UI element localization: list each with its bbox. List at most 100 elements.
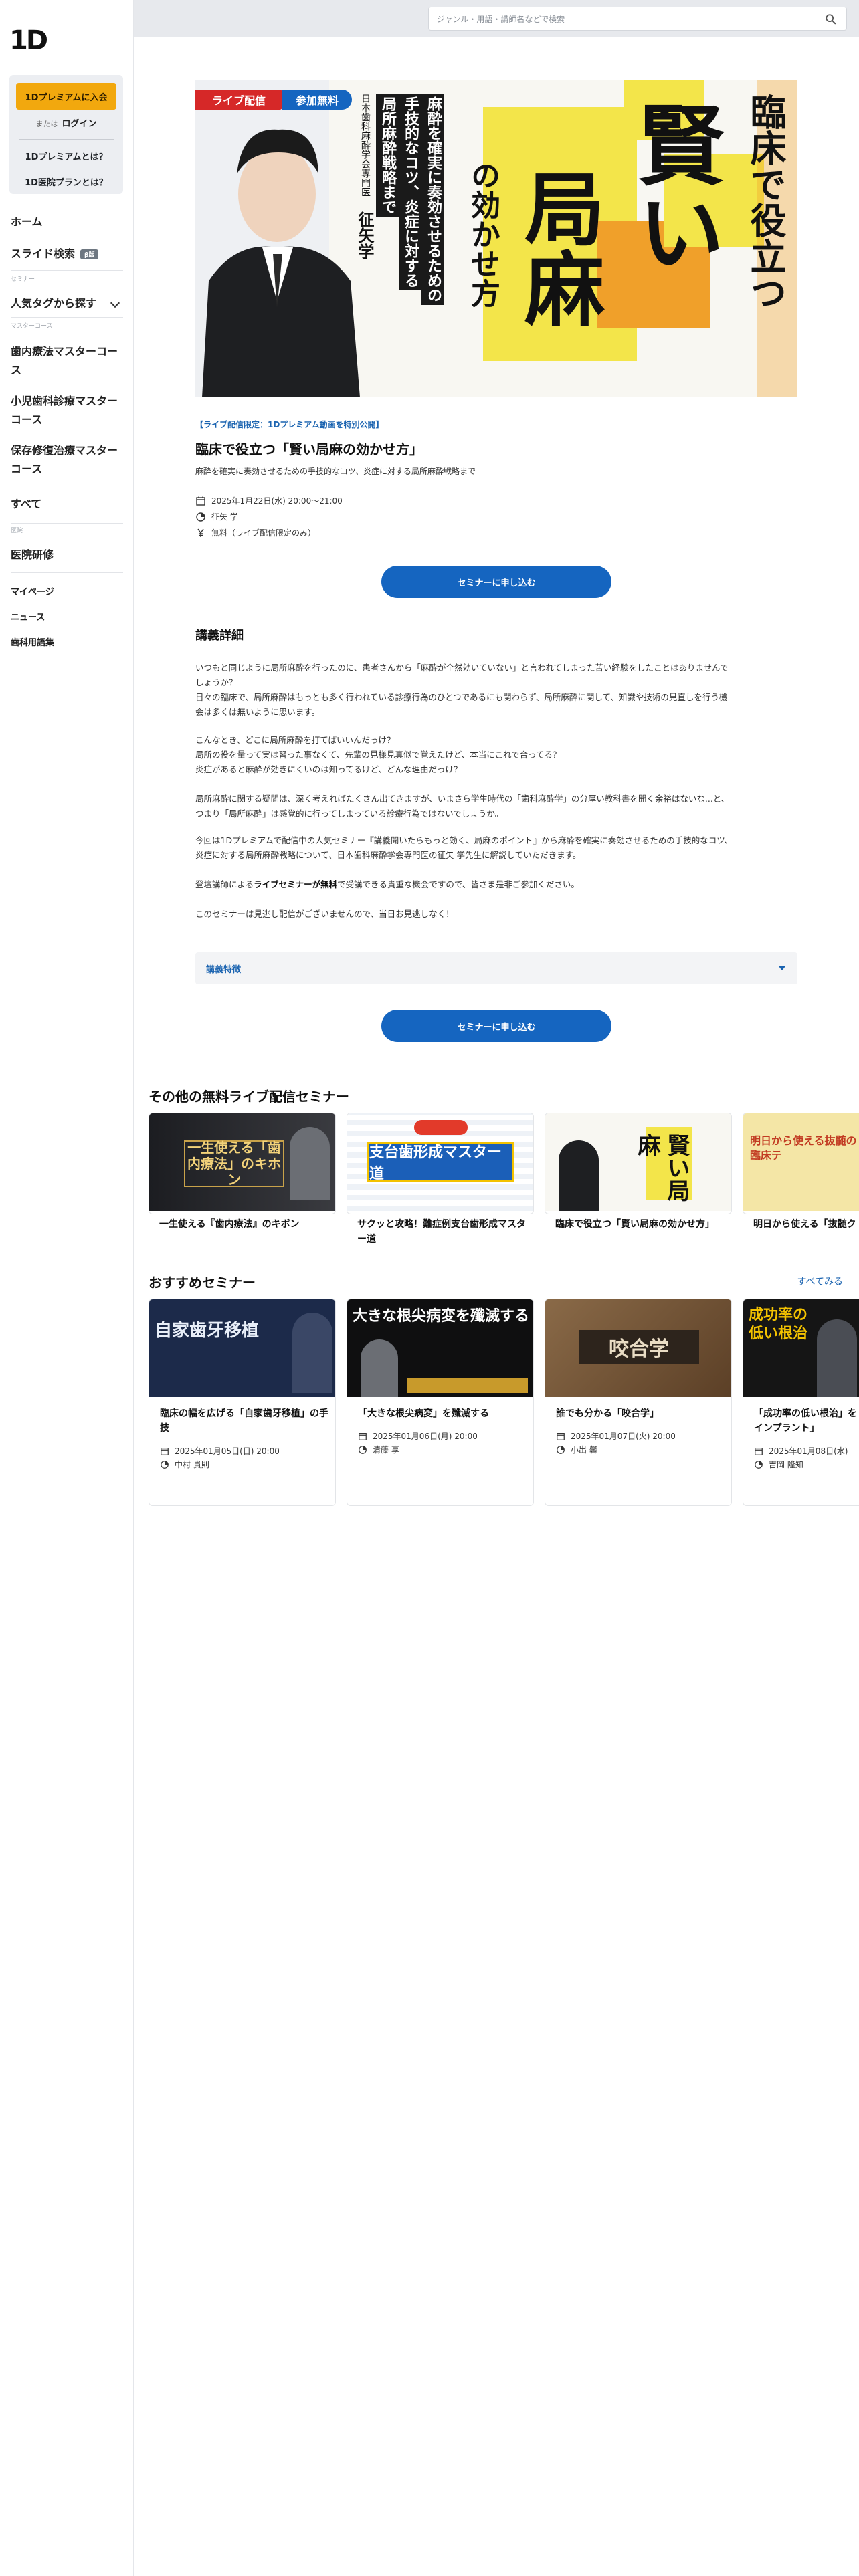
card-title[interactable]: 一生使える『歯内療法』のキボン	[159, 1217, 328, 1230]
divider	[11, 317, 123, 318]
details-text: で受講できる貴重な機会ですので、皆さま是非ご参加ください。	[337, 879, 579, 889]
divider	[11, 572, 123, 573]
nav-clinic-training[interactable]: 医院研修	[11, 546, 54, 562]
card-thumbnail: 賢い局麻	[545, 1113, 731, 1211]
nav-slide-search-label: スライド検索	[11, 247, 76, 260]
recommended-card[interactable]: 成功率の低い根治 「成功率の低い根治」をインプラント」 2025年01月08日(…	[743, 1299, 859, 1506]
topbar	[134, 0, 859, 37]
nav-slide-search[interactable]: スライド検索 β版	[11, 245, 99, 261]
lecturer-photo	[290, 1127, 330, 1200]
hero-banner: ライブ配信 参加無料 麻酔を確実に奏効させるための 手技的なコツ、炎症に対する …	[195, 80, 797, 397]
card-speaker-row: 小出 馨	[556, 1444, 597, 1455]
card-thumbnail: 明日から使える抜髄の臨床テ	[743, 1113, 859, 1211]
details-paragraph-5: 登壇講師によるライブセミナーが無料で受講できる貴重な機会ですので、皆さま是非ご参…	[195, 877, 797, 892]
nav-all[interactable]: すべて	[11, 495, 41, 511]
thumb-band	[407, 1378, 528, 1393]
beta-badge: β版	[80, 249, 99, 259]
free-live-card[interactable]: 明日から使える抜髄の臨床テ	[743, 1113, 859, 1214]
card-title: 「成功率の低い根治」をインプラント」	[754, 1408, 857, 1434]
card-title[interactable]: 臨床で役立つ「賢い局麻の効かせ方」	[555, 1217, 724, 1232]
thumb-title: 一生使える「歯内療法」のキホン	[184, 1140, 284, 1188]
apply-button[interactable]: セミナーに申し込む	[381, 566, 611, 598]
lecturer-photo	[292, 1313, 332, 1393]
card-thumbnail: 支台歯形成マスター道	[347, 1113, 533, 1211]
see-all-link[interactable]: すべてみる	[797, 1275, 843, 1288]
seminar-price: 無料（ライブ配信限定のみ）	[211, 528, 316, 538]
card-speaker-row: 清藤 享	[358, 1444, 399, 1455]
card-title[interactable]: 明日から使える「抜髄ク	[753, 1217, 859, 1232]
speaker-icon	[755, 1460, 763, 1469]
details-line: いつもと同じように局所麻酔を行ったのに、患者さんから「麻酔が全然効いていない」と…	[195, 663, 729, 673]
premium-about-link[interactable]: 1Dプレミアムとは？	[9, 150, 123, 163]
calendar-icon	[359, 1432, 367, 1440]
recommended-card[interactable]: 大きな根尖病変を殲滅する 「大きな根尖病変」を殲滅する 2025年01月06日(…	[347, 1299, 534, 1506]
nav-master-pedo[interactable]: 小児歯科診療マスターコース	[11, 392, 124, 429]
thumb-title: 賢い局麻	[634, 1134, 690, 1202]
nav-popular-tags[interactable]: 人気タグから探す	[11, 294, 96, 310]
free-live-card[interactable]: 一生使える「歯内療法」のキホン	[149, 1113, 336, 1214]
apply-button-bottom[interactable]: セミナーに申し込む	[381, 1010, 611, 1042]
nav-master-endo[interactable]: 歯内療法マスターコース	[11, 342, 124, 380]
hero-big-3: 局麻	[510, 167, 603, 328]
premium-box: 1Dプレミアムに入会 または ログイン 1Dプレミアムとは？ 1D医院プランとは？	[9, 75, 123, 194]
details-bold: ライブセミナーが無料	[254, 879, 338, 889]
card-speaker-row: 中村 貴則	[160, 1459, 209, 1470]
free-live-card[interactable]: 賢い局麻	[545, 1113, 732, 1214]
lecturer-photo	[817, 1319, 857, 1397]
free-live-card[interactable]: 支台歯形成マスター道	[347, 1113, 534, 1214]
nav-master-restorative[interactable]: 保存修復治療マスターコース	[11, 441, 124, 479]
chevron-down-icon[interactable]	[110, 298, 120, 308]
features-accordion[interactable]: 講義特徴	[195, 952, 797, 984]
logo[interactable]: 1D	[9, 25, 48, 56]
card-date: 2025年01月07日(火) 20:00	[571, 1432, 676, 1441]
nav-glossary[interactable]: 歯科用語集	[11, 635, 54, 648]
lecturer-photo	[361, 1339, 398, 1397]
card-date-row: 2025年01月05日(日) 20:00	[160, 1445, 280, 1457]
hero-lecturer: 征矢学	[355, 211, 374, 259]
details-text: 登壇講師による	[195, 879, 254, 889]
speaker-icon	[196, 512, 205, 522]
divider	[11, 523, 123, 524]
live-badge: ライブ配信	[195, 90, 282, 110]
features-accordion-label: 講義特徴	[206, 965, 242, 975]
hero-big-4: の効かせ方	[466, 160, 500, 308]
recommended-card[interactable]: 自家歯牙移植 臨床の幅を広げる「自家歯牙移植」の手技 2025年01月05日(日…	[149, 1299, 336, 1506]
clinic-plan-link[interactable]: 1D医院プランとは？	[9, 175, 123, 188]
page-title: 臨床で役立つ「賢い局麻の効かせ方」	[195, 441, 423, 457]
thumb-title: 大きな根尖病変を殲滅する	[353, 1307, 530, 1325]
details-paragraph-2: こんなとき、どこに局所麻酔を打てばいいんだっけ？ 局所の役を量って実は習った事な…	[195, 733, 797, 777]
details-line: 局所麻酔に関する疑問は、深く考えればたくさん出てきますが、いまさら学生時代の「歯…	[195, 794, 730, 804]
card-thumbnail: 大きな根尖病変を殲滅する	[347, 1299, 533, 1397]
card-title: 臨床の幅を広げる「自家歯牙移植」の手技	[160, 1408, 328, 1434]
card-title: 誰でも分かる「咬合学」	[556, 1408, 659, 1419]
card-thumbnail: 自家歯牙移植	[149, 1299, 335, 1397]
nav-news[interactable]: ニュース	[11, 610, 45, 623]
speaker-icon	[557, 1445, 565, 1454]
recommended-card[interactable]: 咬合学 誰でも分かる「咬合学」 2025年01月07日(火) 20:00 小出 …	[545, 1299, 732, 1506]
search-icon[interactable]	[825, 13, 837, 25]
search-input[interactable]	[437, 13, 812, 26]
seminar-price-row: 無料（ライブ配信限定のみ）	[195, 527, 316, 538]
details-line: 日々の臨床で、局所麻酔はもっとも多く行われている診療行為のひとつであるにも関わら…	[195, 692, 728, 702]
divider	[19, 139, 114, 140]
recommended-heading: おすすめセミナー	[149, 1275, 256, 1291]
speaker-icon	[359, 1445, 367, 1454]
calendar-icon	[755, 1447, 763, 1455]
join-premium-button[interactable]: 1Dプレミアムに入会	[16, 83, 116, 110]
nav-mypage[interactable]: マイページ	[11, 584, 54, 597]
calendar-icon	[196, 496, 205, 506]
login-link[interactable]: ログイン	[62, 119, 96, 129]
card-speaker: 吉岡 隆知	[769, 1460, 803, 1469]
card-title[interactable]: サクッと攻略！難症例支台歯形成マスター道	[357, 1217, 526, 1247]
card-speaker-row: 吉岡 隆知	[754, 1459, 803, 1470]
seminar-speaker: 征矢 学	[211, 512, 238, 522]
hero-big-2: 賢い	[623, 100, 725, 274]
details-line: 今回は1Dプレミアムで配信中の人気セミナー『講義聞いたらもっと効く、局麻のポイン…	[195, 835, 733, 845]
details-line: つまり「局所麻酔」は感覚的に行ってしまっている診療行為ではないでしょうか。	[195, 809, 504, 819]
seminar-subtitle: 麻酔を確実に奏効させるための手技的なコツ、炎症に対する局所麻酔戦略まで	[195, 467, 476, 476]
seminar-date: 2025年1月22日(水) 20:00〜21:00	[211, 496, 343, 506]
free-live-heading: その他の無料ライブ配信セミナー	[149, 1089, 349, 1105]
search-bar	[428, 7, 847, 31]
card-speaker: 中村 貴則	[175, 1460, 209, 1469]
nav-home[interactable]: ホーム	[11, 213, 43, 229]
